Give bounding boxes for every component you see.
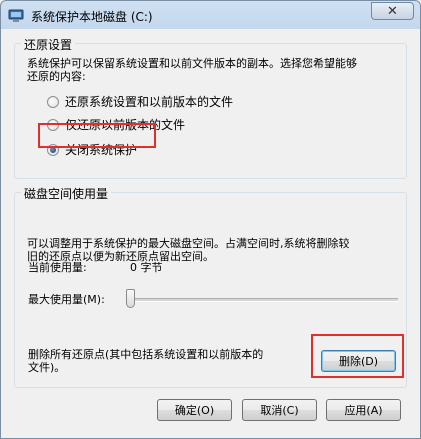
restore-desc-line2: 还原的内容: — [27, 70, 86, 83]
restore-desc-line1: 系统保护可以保留系统设置和以前文件版本的副本。选择您希望能够 — [27, 57, 357, 70]
delete-desc-line2: 文件)。 — [28, 361, 66, 374]
delete-desc-line1: 删除所有还原点(其中包括系统设置和以前版本的 — [28, 348, 264, 361]
restore-settings-description: 系统保护可以保留系统设置和以前文件版本的副本。选择您希望能够 还原的内容: — [27, 57, 357, 83]
current-usage-value: 0 字节 — [130, 261, 163, 274]
highlight-box-turn-off — [38, 123, 156, 148]
system-protection-icon — [8, 9, 24, 22]
disk-usage-legend: 磁盘空间使用量 — [21, 185, 112, 202]
close-icon: ✕ — [387, 3, 398, 19]
ok-button[interactable]: 确定(O) — [157, 399, 232, 421]
restore-settings-legend: 还原设置 — [21, 36, 76, 53]
cancel-button[interactable]: 取消(C) — [242, 399, 317, 421]
radio-restore-all[interactable]: 还原系统设置和以前版本的文件 — [47, 93, 233, 110]
current-usage-label: 当前使用量: — [28, 261, 87, 274]
close-button[interactable]: ✕ — [371, 2, 414, 20]
window-title: 系统保护本地磁盘 (C:) — [31, 10, 153, 24]
max-usage-slider-track[interactable] — [132, 298, 398, 302]
dialog-window: 系统保护本地磁盘 (C:) ✕ 还原设置 系统保护可以保留系统设置和以前文件版本… — [0, 0, 421, 439]
dialog-body: 还原设置 系统保护可以保留系统设置和以前文件版本的副本。选择您希望能够 还原的内… — [7, 29, 414, 432]
apply-button[interactable]: 应用(A) — [326, 399, 401, 421]
max-usage-label: 最大使用量(M): — [28, 293, 105, 306]
restore-settings-group: 还原设置 系统保护可以保留系统设置和以前文件版本的副本。选择您希望能够 还原的内… — [14, 36, 407, 179]
title-bar[interactable]: 系统保护本地磁盘 (C:) ✕ — [1, 1, 420, 29]
max-usage-slider-thumb[interactable] — [126, 289, 135, 308]
disk-desc-line1: 可以调整用于系统保护的最大磁盘空间。占满空间时,系统将删除较 — [27, 237, 350, 250]
delete-restore-points-button[interactable]: 删除(D) — [321, 350, 396, 372]
radio-label: 还原系统设置和以前版本的文件 — [65, 95, 234, 109]
radio-button[interactable] — [47, 95, 59, 108]
delete-description: 删除所有还原点(其中包括系统设置和以前版本的 文件)。 — [28, 348, 263, 374]
